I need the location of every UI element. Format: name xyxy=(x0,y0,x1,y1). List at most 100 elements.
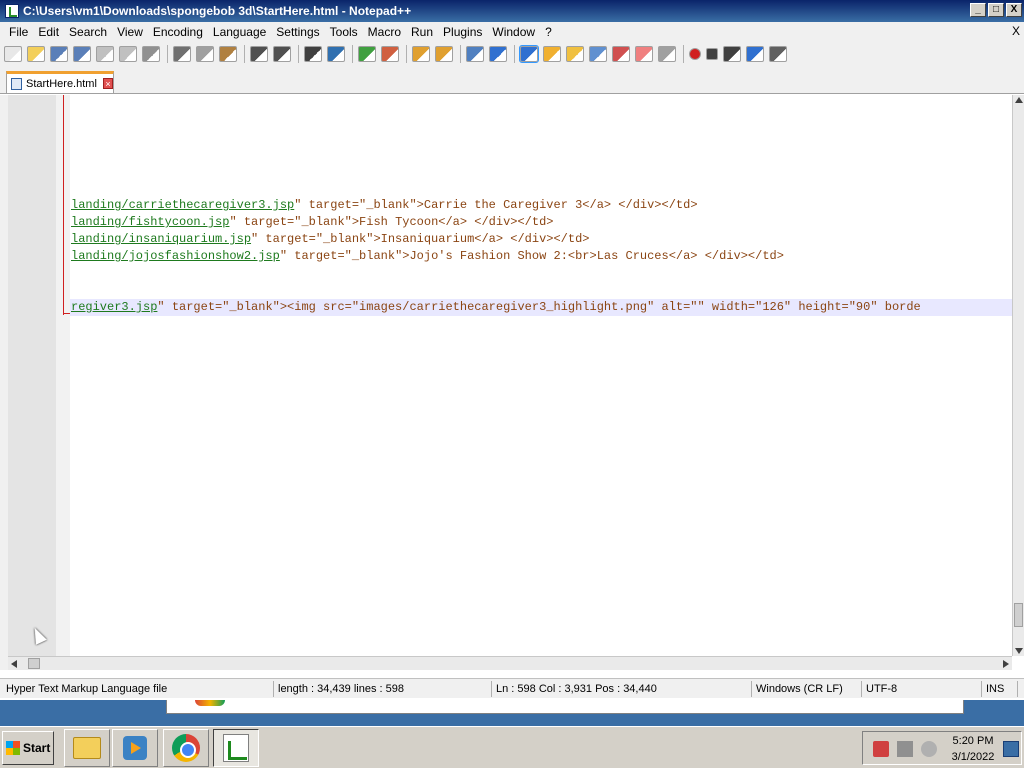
code-area[interactable]: 586587588589590591592landing/carrietheca… xyxy=(70,95,1012,656)
horizontal-scrollbar[interactable] xyxy=(8,656,1012,670)
menu-plugins[interactable]: Plugins xyxy=(438,25,487,39)
zoom-in-icon[interactable] xyxy=(358,46,376,62)
save-all-icon[interactable] xyxy=(73,46,91,62)
code-line[interactable]: 591 xyxy=(70,180,1012,197)
start-button[interactable]: Start xyxy=(2,731,54,765)
notepadpp-app-icon[interactable] xyxy=(5,4,19,18)
copy-icon[interactable] xyxy=(196,46,214,62)
code-line[interactable]: 588 xyxy=(70,129,1012,146)
code-line[interactable]: 595landing/jojosfashionshow2.jsp" target… xyxy=(70,248,1012,265)
show-desktop-icon[interactable] xyxy=(1003,741,1019,757)
close-icon[interactable] xyxy=(96,46,114,62)
menu-run[interactable]: Run xyxy=(406,25,438,39)
code-line[interactable]: 590 xyxy=(70,163,1012,180)
zoom-out-icon[interactable] xyxy=(381,46,399,62)
menu-edit[interactable]: Edit xyxy=(33,25,64,39)
close-all-icon[interactable] xyxy=(119,46,137,62)
save-macro-icon[interactable] xyxy=(769,46,787,62)
play-multiple-icon[interactable] xyxy=(746,46,764,62)
indent-guide-icon[interactable] xyxy=(519,45,539,63)
vertical-scroll-thumb[interactable] xyxy=(1014,603,1023,627)
code-line[interactable]: 593landing/fishtycoon.jsp" target="_blan… xyxy=(70,214,1012,231)
network-icon[interactable] xyxy=(897,741,913,757)
code-url-link[interactable]: landing/insaniquarium.jsp xyxy=(71,232,251,246)
code-line[interactable]: 594landing/insaniquarium.jsp" target="_b… xyxy=(70,231,1012,248)
taskbar-chrome[interactable] xyxy=(163,729,209,767)
code-line[interactable]: 587 xyxy=(70,112,1012,129)
code-url-link[interactable]: landing/carriethecaregiver3.jsp xyxy=(71,198,294,212)
volume-icon[interactable] xyxy=(921,741,937,757)
save-icon[interactable] xyxy=(50,46,68,62)
tab-starthere[interactable]: StartHere.html × xyxy=(6,71,114,93)
record-macro-icon[interactable] xyxy=(689,48,701,60)
undo-icon[interactable] xyxy=(250,46,268,62)
menu-macro[interactable]: Macro xyxy=(363,25,406,39)
code-url-link[interactable]: landing/fishtycoon.jsp xyxy=(71,215,229,229)
status-insert-mode[interactable]: INS xyxy=(982,681,1018,697)
code-line[interactable]: 598regiver3.jsp" target="_blank"><img sr… xyxy=(70,299,1012,316)
code-line[interactable]: 597 xyxy=(70,282,1012,299)
menu-language[interactable]: Language xyxy=(208,25,271,39)
tab-close-icon[interactable]: × xyxy=(102,78,113,89)
code-url-link[interactable]: landing/jojosfashionshow2.jsp xyxy=(71,249,280,263)
sync-vertical-icon[interactable] xyxy=(412,46,430,62)
menu-window[interactable]: Window xyxy=(487,25,540,39)
folder-workspace-icon[interactable] xyxy=(612,46,630,62)
clock-date[interactable]: 3/1/2022 xyxy=(947,751,999,763)
user-language-icon[interactable] xyxy=(543,46,561,62)
stop-macro-icon[interactable] xyxy=(706,48,718,60)
status-encoding[interactable]: UTF-8 xyxy=(862,681,982,697)
taskbar-media-player[interactable] xyxy=(112,729,158,767)
menu-tools[interactable]: Tools xyxy=(325,25,363,39)
show-all-chars-icon[interactable] xyxy=(489,46,507,62)
code-line[interactable]: 596 xyxy=(70,265,1012,282)
paste-icon[interactable] xyxy=(219,46,237,62)
code-editor[interactable]: 586587588589590591592landing/carrietheca… xyxy=(8,95,1012,656)
function-list-icon[interactable] xyxy=(589,46,607,62)
code-markup: " target="_blank">Insaniquarium</a> </di… xyxy=(251,232,590,246)
clear-icon[interactable] xyxy=(635,46,653,62)
new-file-icon[interactable] xyxy=(4,46,22,62)
taskbar-explorer[interactable] xyxy=(64,729,110,767)
title-bar[interactable]: C:\Users\vm1\Downloads\spongebob 3d\Star… xyxy=(0,0,1024,22)
code-markup: " target="_blank">Fish Tycoon</a> </div>… xyxy=(229,215,554,229)
minimize-button[interactable]: _ xyxy=(970,3,986,17)
code-url-link[interactable]: regiver3.jsp xyxy=(71,300,157,314)
maximize-button[interactable]: □ xyxy=(988,3,1004,17)
find-icon[interactable] xyxy=(304,46,322,62)
status-eol[interactable]: Windows (CR LF) xyxy=(752,681,862,697)
print-icon[interactable] xyxy=(142,46,160,62)
document-map-icon[interactable] xyxy=(566,46,584,62)
toolbar-separator xyxy=(683,45,684,63)
code-line[interactable]: 592landing/carriethecaregiver3.jsp" targ… xyxy=(70,197,1012,214)
menu-encoding[interactable]: Encoding xyxy=(148,25,208,39)
replace-icon[interactable] xyxy=(327,46,345,62)
vertical-scrollbar[interactable] xyxy=(1012,95,1024,656)
action-center-icon[interactable] xyxy=(873,741,889,757)
menu-view[interactable]: View xyxy=(112,25,148,39)
close-document-button[interactable]: X xyxy=(1012,24,1020,38)
horizontal-scroll-thumb[interactable] xyxy=(28,658,40,669)
open-file-icon[interactable] xyxy=(27,46,45,62)
sync-horizontal-icon[interactable] xyxy=(435,46,453,62)
word-wrap-icon[interactable] xyxy=(466,46,484,62)
scroll-up-arrow-icon[interactable] xyxy=(1015,97,1023,103)
redo-icon[interactable] xyxy=(273,46,291,62)
play-macro-icon[interactable] xyxy=(723,46,741,62)
background-browser-window[interactable] xyxy=(166,700,964,714)
left-frame xyxy=(0,95,8,670)
cut-icon[interactable] xyxy=(173,46,191,62)
clock-time[interactable]: 5:20 PM xyxy=(947,735,999,747)
close-button[interactable]: X xyxy=(1006,3,1022,17)
code-line[interactable]: 589 xyxy=(70,146,1012,163)
scroll-right-arrow-icon[interactable] xyxy=(1003,660,1009,668)
scroll-down-arrow-icon[interactable] xyxy=(1015,648,1023,654)
menu-settings[interactable]: Settings xyxy=(271,25,324,39)
menu-file[interactable]: File xyxy=(4,25,33,39)
monitoring-icon[interactable] xyxy=(658,46,676,62)
code-line[interactable]: 586 xyxy=(70,95,1012,112)
menu-help[interactable]: ? xyxy=(540,25,557,39)
taskbar-notepadpp[interactable] xyxy=(213,729,259,767)
scroll-left-arrow-icon[interactable] xyxy=(11,660,17,668)
menu-search[interactable]: Search xyxy=(64,25,112,39)
